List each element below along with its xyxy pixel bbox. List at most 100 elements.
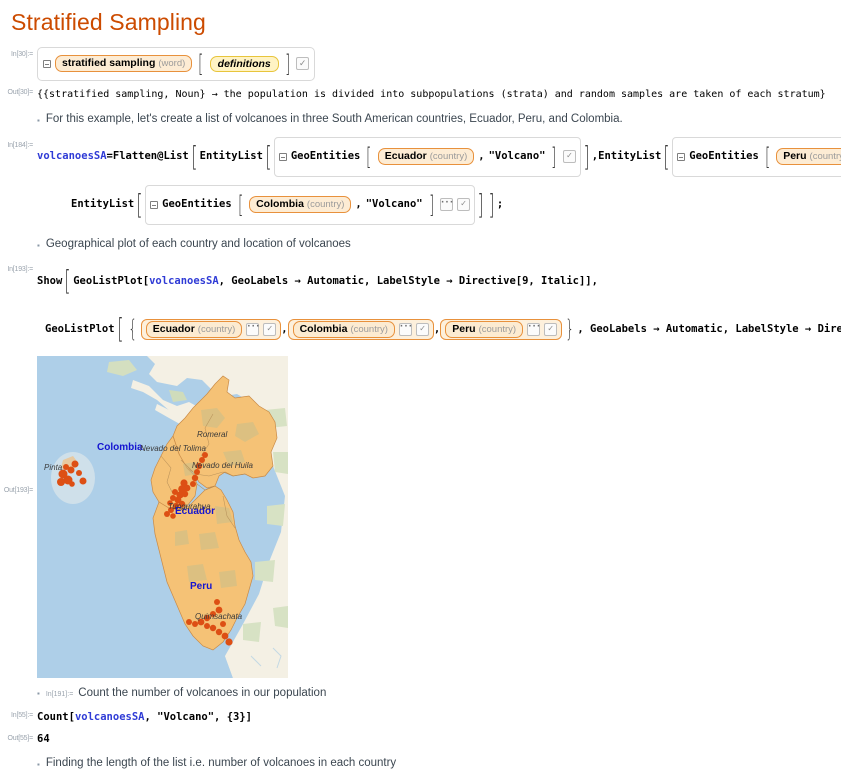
cell-body-in-184[interactable]: volcanoesSA = Flatten@List [ EntityList … <box>37 136 841 226</box>
open-bracket-icon: [ <box>117 312 124 346</box>
entity-pill-label: Peru <box>452 322 476 335</box>
cell-body-in-55[interactable]: Count[volcanoesSA, "Volcano", {3}] <box>37 710 841 726</box>
entity-pill-ecuador[interactable]: Ecuador (country) <box>377 148 475 166</box>
geoentities-box-ecuador[interactable]: GeoEntities [ Ecuador (country) , "Volcan… <box>273 136 581 177</box>
entity-pill-label: Ecuador <box>152 322 195 335</box>
check-button[interactable]: ✓ <box>296 57 310 71</box>
menu-icon[interactable] <box>150 200 159 209</box>
function-entitylist-3[interactable]: EntityList <box>71 197 134 213</box>
geo-map[interactable]: Colombia Ecuador Peru Romeral Nevado del… <box>37 356 288 679</box>
close-bracket-icon: ] <box>551 142 557 171</box>
entity-pill-colombia[interactable]: Colombia (country) <box>249 196 352 214</box>
open-bracket-icon: [ <box>191 139 198 173</box>
code-line-2[interactable]: EntityList [ GeoEntities [ Colombia (coun… <box>37 184 841 226</box>
bullet-text-3: Count the number of volcanoes in our pop… <box>78 687 327 700</box>
entity-pill-qualifier: (word) <box>158 58 186 70</box>
property-pill-definitions[interactable]: definitions <box>209 55 279 72</box>
entity-pill-peru[interactable]: Peru(country) <box>445 320 524 338</box>
menu-icon[interactable] <box>43 59 51 68</box>
cell-label-bullet-3 <box>0 686 37 690</box>
map-label-colombia: Colombia <box>97 442 143 454</box>
output-definition-text: {{stratified sampling, Noun} → the popul… <box>37 88 826 100</box>
code-line-1[interactable]: Show [ GeoListPlot [ volcanoesSA , GeoLa… <box>37 260 841 302</box>
bullet-text-4: Finding the length of the list i.e. numb… <box>45 757 397 770</box>
more-options-button[interactable]: ··· <box>399 322 413 336</box>
entity-pill-qualifier: (country) <box>306 199 345 211</box>
close-bracket-icon: ] <box>428 190 434 219</box>
cell-bullet-2: ▪ Geographical plot of each country and … <box>0 237 841 252</box>
menu-icon[interactable] <box>677 152 686 161</box>
geoentities-box-peru[interactable]: GeoEntities [ Peru(country) , "Volcano" … <box>672 136 841 177</box>
entity-pill-label: Colombia <box>256 198 304 211</box>
page-title: Stratified Sampling <box>11 9 206 35</box>
cell-label-out-30: Out[30]= <box>7 88 34 96</box>
menu-icon[interactable] <box>278 152 287 161</box>
function-entitylist-1[interactable]: EntityList <box>200 149 263 165</box>
entity-pill-label: stratified sampling <box>62 57 156 70</box>
open-bracket-icon: [ <box>136 187 143 221</box>
cell-label-bullet-4 <box>0 756 37 760</box>
entity-pill-stratified-sampling[interactable]: stratified sampling (word) <box>55 55 193 73</box>
geoentities-box-colombia[interactable]: GeoEntities [ Colombia (country) , "Volca… <box>145 184 476 225</box>
open-bracket-icon: [ <box>366 142 372 171</box>
function-geoentities[interactable]: GeoEntities <box>689 149 759 165</box>
entity-chip-ecuador[interactable]: Ecuador (country) ··· ✓ <box>140 318 282 340</box>
entity-pill-qualifier: (country) <box>350 323 388 335</box>
function-geolistplot-1[interactable]: GeoListPlot <box>73 274 143 290</box>
geo-plot-output[interactable]: Colombia Ecuador Peru Romeral Nevado del… <box>37 356 841 679</box>
function-entitylist-2[interactable]: EntityList <box>598 149 661 165</box>
function-flatten-list[interactable]: Flatten@List <box>113 149 189 165</box>
cell-bullet-3: ▪ In[191]:= Count the number of volcanoe… <box>0 686 841 701</box>
code-line-1[interactable]: volcanoesSA = Flatten@List [ EntityList … <box>37 136 841 178</box>
more-options-button[interactable]: ··· <box>246 322 260 336</box>
map-label-nevado-del-tolima: Nevado del Tolima <box>140 444 206 454</box>
cell-in-193: In[193]:= Show [ GeoListPlot [ volcanoes… <box>0 260 841 350</box>
entity-pill-label: Ecuador <box>384 150 427 163</box>
comma-separator: , <box>355 197 362 210</box>
bullet-text-2: Geographical plot of each country and lo… <box>45 237 351 250</box>
code-line-2[interactable]: GeoListPlot [ { Ecuador (country) ··· ✓ ,… <box>37 308 841 350</box>
entity-pill-qualifier: (country) <box>429 151 468 163</box>
function-geolistplot-2[interactable]: GeoListPlot <box>45 322 115 338</box>
entity-pill-ecuador[interactable]: Ecuador (country) <box>145 320 243 338</box>
more-options-button[interactable]: ··· <box>440 198 454 212</box>
map-label-quimsachata: Quimsachata <box>195 612 243 622</box>
variable-volcanoes-sa[interactable]: volcanoesSA <box>149 274 219 290</box>
cell-body-in-193[interactable]: Show [ GeoListPlot [ volcanoesSA , GeoLa… <box>37 260 841 350</box>
function-geoentities[interactable]: GeoEntities <box>291 149 361 165</box>
cell-label-in-193: In[193]:= <box>7 266 33 274</box>
function-geoentities[interactable]: GeoEntities <box>162 197 232 213</box>
variable-volcanoes-sa[interactable]: volcanoesSA <box>75 711 145 723</box>
entity-pill-colombia[interactable]: Colombia (country) <box>292 320 395 338</box>
check-button[interactable]: ✓ <box>544 322 558 336</box>
open-bracket-icon: [ <box>663 139 670 173</box>
close-bracket-icon: ] <box>583 139 590 173</box>
cell-label-in-184: In[184]:= <box>7 141 33 149</box>
check-button[interactable]: ✓ <box>415 322 429 336</box>
map-label-nevado-del-huila: Nevado del Huila <box>192 461 253 471</box>
function-show[interactable]: Show <box>37 274 62 290</box>
word-interpreter-box[interactable]: stratified sampling (word) [ definitions … <box>37 46 316 81</box>
comma-separator: , <box>478 149 485 162</box>
variable-volcanoes-sa[interactable]: volcanoesSA <box>37 149 107 165</box>
check-button[interactable]: ✓ <box>263 322 277 336</box>
check-button[interactable]: ✓ <box>562 150 576 164</box>
entity-pill-peru[interactable]: Peru(country) <box>776 148 841 166</box>
entity-pill-label: Peru <box>783 150 807 163</box>
output-value-64: 64 <box>37 733 50 746</box>
string-volcano: "Volcano" <box>365 197 423 210</box>
entity-chip-colombia[interactable]: Colombia (country) ··· ✓ <box>287 318 434 340</box>
function-count[interactable]: Count <box>37 711 69 723</box>
cell-label-in-30: In[30]:= <box>11 50 33 58</box>
entity-chip-peru[interactable]: Peru (country) ··· ✓ <box>440 318 563 340</box>
entity-pill-label: Colombia <box>299 322 348 335</box>
string-volcano: "Volcano" <box>157 711 215 724</box>
open-bracket-icon: [ <box>265 139 272 173</box>
more-options-button[interactable]: ··· <box>527 322 541 336</box>
galapagos-islands <box>51 452 95 505</box>
bullet-text-1: For this example, let's create a list of… <box>45 112 623 125</box>
cell-in-30: In[30]:= stratified sampling (word) [ def… <box>0 46 841 81</box>
close-bracket-icon: ] <box>477 187 484 221</box>
check-button[interactable]: ✓ <box>457 198 471 212</box>
cell-label-in-191: In[191]:= <box>45 691 74 699</box>
